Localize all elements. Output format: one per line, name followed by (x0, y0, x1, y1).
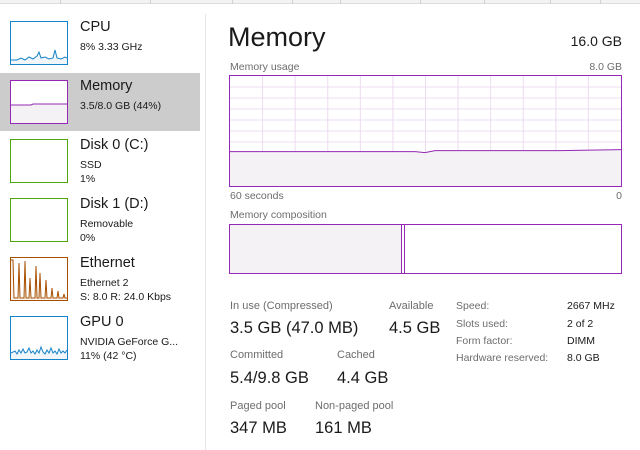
slots-used-label: Slots used: (456, 318, 508, 330)
sidebar-item-subtitle: NVIDIA GeForce G... (80, 336, 179, 348)
cached-label: Cached (337, 349, 375, 361)
usage-graph-label: Memory usage (230, 61, 300, 73)
composition-modified (402, 225, 405, 273)
sidebar-item-title: Ethernet (80, 255, 135, 271)
tab-divider (340, 0, 341, 4)
sidebar-item-title: Disk 1 (D:) (80, 196, 149, 212)
tab-divider (232, 0, 233, 4)
sidebar-item-disk-1[interactable]: Disk 1 (D:) Removable 0% (0, 191, 200, 249)
tab-divider (600, 0, 601, 4)
sidebar-item-disk-0[interactable]: Disk 0 (C:) SSD 1% (0, 132, 200, 190)
sidebar-item-title: GPU 0 (80, 314, 124, 330)
sidebar-item-cpu[interactable]: CPU 8% 3.33 GHz (0, 14, 200, 72)
slots-used-value: 2 of 2 (567, 318, 594, 330)
memory-usage-chart (230, 76, 621, 186)
memory-graph-icon (10, 80, 68, 124)
tab-divider (150, 0, 151, 4)
cpu-graph-icon (10, 21, 68, 65)
sidebar-divider (205, 14, 206, 450)
total-memory: 16.0 GB (570, 33, 622, 49)
tab-divider (550, 0, 551, 4)
sidebar-item-subtitle: 11% (42 °C) (80, 350, 137, 362)
sidebar-item-subtitle: S: 8.0 R: 24.0 Kbps (80, 291, 172, 303)
sidebar-item-subtitle: Ethernet 2 (80, 277, 129, 289)
disk-graph-icon (10, 198, 68, 242)
non-paged-pool-value: 161 MB (315, 419, 372, 437)
hardware-reserved-value: 8.0 GB (567, 352, 600, 364)
memory-composition-bar (229, 224, 622, 274)
sidebar-item-subtitle: Removable (80, 218, 134, 230)
speed-label: Speed: (456, 300, 490, 312)
in-use-label: In use (Compressed) (230, 300, 333, 312)
paged-pool-value: 347 MB (230, 419, 287, 437)
performance-sidebar: CPU 8% 3.33 GHz Memory 3.5/8.0 GB (44%) … (0, 14, 202, 450)
sidebar-item-memory[interactable]: Memory 3.5/8.0 GB (44%) (0, 73, 200, 131)
composition-in-use (230, 225, 402, 273)
gpu-graph-icon (10, 316, 68, 360)
committed-label: Committed (230, 349, 284, 361)
form-factor-value: DIMM (567, 335, 595, 347)
sidebar-item-gpu-0[interactable]: GPU 0 NVIDIA GeForce G... 11% (42 °C) (0, 309, 200, 367)
tab-divider (292, 0, 293, 4)
sidebar-item-subtitle: SSD (80, 159, 102, 171)
paged-pool-label: Paged pool (230, 400, 286, 412)
usage-area (230, 149, 621, 186)
page-title: Memory (228, 22, 326, 52)
sidebar-item-subtitle: 1% (80, 173, 96, 185)
non-paged-pool-label: Non-paged pool (315, 400, 394, 412)
top-tab-strip (0, 0, 640, 4)
time-span-label: 60 seconds (230, 190, 284, 202)
committed-value: 5.4/9.8 GB (230, 369, 309, 387)
sidebar-item-subtitle: 3.5/8.0 GB (44%) (80, 100, 162, 112)
memory-usage-graph (229, 75, 622, 187)
available-label: Available (389, 300, 434, 312)
speed-value: 2667 MHz (567, 300, 615, 312)
ethernet-graph-icon (10, 257, 68, 301)
tab-divider (420, 0, 421, 4)
disk-graph-icon (10, 139, 68, 183)
sidebar-item-ethernet[interactable]: Ethernet Ethernet 2 S: 8.0 R: 24.0 Kbps (0, 250, 200, 308)
hardware-reserved-label: Hardware reserved: (456, 352, 549, 364)
composition-label: Memory composition (230, 209, 327, 221)
in-use-value: 3.5 GB (47.0 MB) (230, 319, 359, 337)
sidebar-item-title: Disk 0 (C:) (80, 137, 149, 153)
time-end-label: 0 (616, 190, 622, 202)
tab-divider (60, 0, 61, 4)
sidebar-item-subtitle: 0% (80, 232, 96, 244)
sidebar-item-title: CPU (80, 19, 111, 35)
form-factor-label: Form factor: (456, 335, 513, 347)
available-value: 4.5 GB (389, 319, 441, 337)
usage-graph-max: 8.0 GB (589, 61, 622, 73)
tab-divider (484, 0, 485, 4)
sidebar-item-subtitle: 8% 3.33 GHz (80, 41, 143, 53)
sidebar-item-title: Memory (80, 78, 133, 94)
cached-value: 4.4 GB (337, 369, 389, 387)
